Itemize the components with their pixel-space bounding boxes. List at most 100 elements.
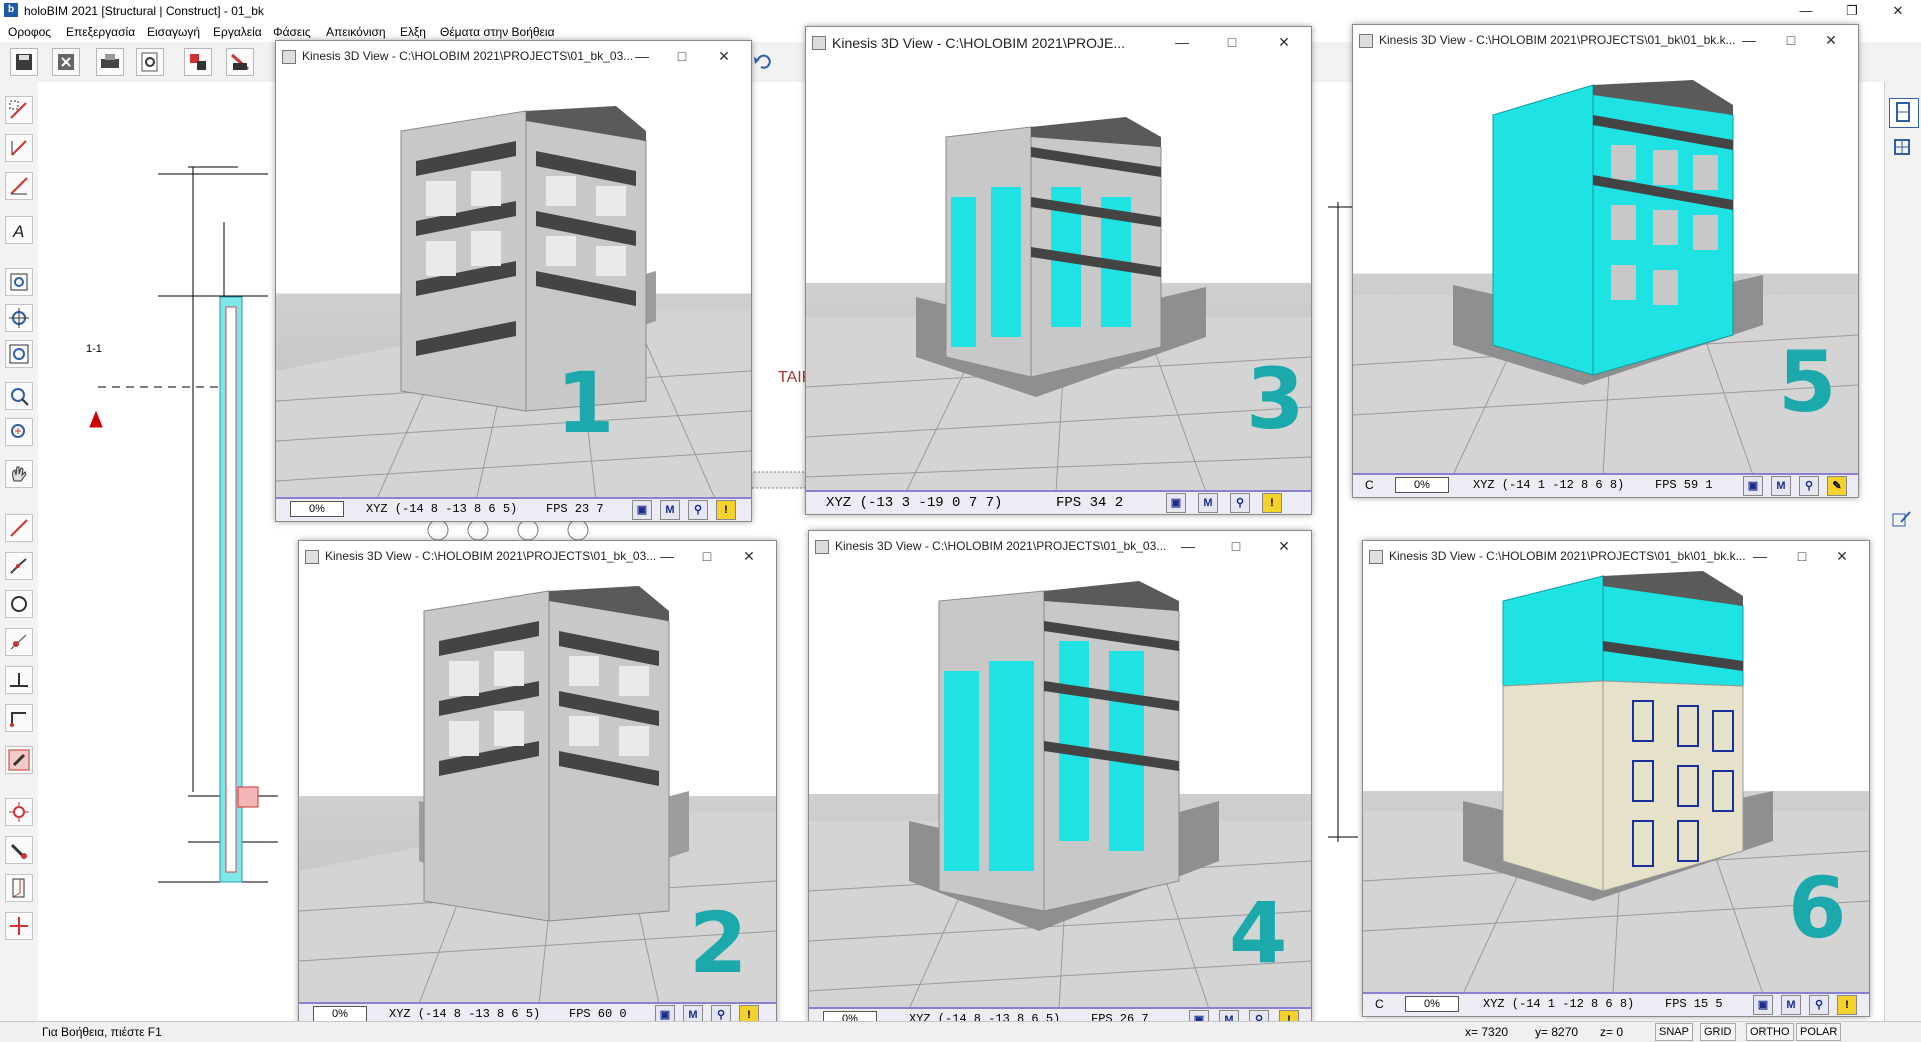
view-minimize-icon[interactable]: — [629,45,655,67]
menu-item-floor[interactable]: Οροφος [8,25,51,39]
menu-item-help[interactable]: Θέματα στην Βοήθεια [440,25,555,39]
view-3d-canvas[interactable]: 1 [276,71,751,499]
polar-toggle[interactable]: POLAR [1796,1023,1842,1041]
ortho-toggle[interactable]: ORTHO [1746,1023,1794,1041]
hand-pan-icon[interactable] [5,460,33,488]
view-zoom-icon[interactable]: ⚲ [1230,493,1250,513]
view-edit-icon[interactable]: ✎ [1827,476,1847,496]
view-fps-readout: FPS 23 7 [546,502,604,516]
pan-icon[interactable] [5,304,33,332]
view-mode-button[interactable]: M [1781,995,1801,1015]
view-3d-canvas[interactable]: 4 [809,561,1311,1009]
view-zoom-icon[interactable]: ⚲ [1809,995,1829,1015]
view-zoom-icon[interactable]: ⚲ [688,500,708,520]
edit-line-icon[interactable] [5,172,33,200]
kinesis-3d-view-3[interactable]: Kinesis 3D View - C:\HOLOBIM 2021\PROJE.… [805,26,1312,515]
view-mode-button[interactable]: M [660,500,680,520]
view-close-icon[interactable]: ✕ [1271,535,1297,557]
save-icon[interactable] [10,48,38,76]
view-maximize-icon[interactable]: □ [694,545,720,567]
view-warning-icon[interactable]: ! [716,500,736,520]
view-maximize-icon[interactable]: □ [1219,31,1245,53]
view-warning-icon[interactable]: ! [1262,493,1282,513]
select-element-icon[interactable] [5,96,33,124]
kinesis-3d-view-1[interactable]: Kinesis 3D View - C:\HOLOBIM 2021\PROJEC… [275,40,752,522]
kinesis-3d-view-4[interactable]: Kinesis 3D View - C:\HOLOBIM 2021\PROJEC… [808,530,1312,1032]
view-minimize-icon[interactable]: — [1736,29,1762,51]
view-maximize-icon[interactable]: □ [669,45,695,67]
view-camera-icon[interactable]: ▣ [632,500,652,520]
view-close-icon[interactable]: ✕ [736,545,762,567]
menu-item-phases[interactable]: Φάσεις [273,25,311,39]
view-minimize-icon[interactable]: — [1175,535,1201,557]
wall-tool-icon[interactable] [184,48,212,76]
zoom-window-icon[interactable] [5,268,33,296]
undo-icon[interactable] [750,48,778,76]
arc-tool-icon[interactable] [5,628,33,656]
view-titlebar[interactable]: Kinesis 3D View - C:\HOLOBIM 2021\PROJEC… [1353,25,1858,55]
floor-plan-icon[interactable] [1889,98,1919,128]
close-file-icon[interactable] [52,48,80,76]
door-icon[interactable] [5,874,33,902]
view-3d-canvas[interactable]: 3 [806,57,1311,492]
view-minimize-icon[interactable]: — [654,545,680,567]
view-mode-button[interactable]: M [1771,476,1791,496]
close-icon[interactable]: ✕ [1875,0,1921,22]
layer-view-icon[interactable] [1889,134,1917,162]
view-close-icon[interactable]: ✕ [1818,29,1844,51]
view-titlebar[interactable]: Kinesis 3D View - C:\HOLOBIM 2021\PROJEC… [809,531,1311,561]
view-camera-icon[interactable]: ▣ [1753,995,1773,1015]
zoom-in-icon[interactable] [5,418,33,446]
polyline-tool-icon[interactable] [5,552,33,580]
kinesis-3d-view-6[interactable]: Kinesis 3D View - C:\HOLOBIM 2021\PROJEC… [1362,540,1870,1017]
view-maximize-icon[interactable]: □ [1223,535,1249,557]
view-minimize-icon[interactable]: — [1747,545,1773,567]
zoom-extents-icon[interactable] [5,340,33,368]
minimize-icon[interactable]: — [1783,0,1829,22]
paint-icon[interactable] [5,836,33,864]
view-close-icon[interactable]: ✕ [1271,31,1297,53]
menu-item-view[interactable]: Απεικόνιση [326,25,386,39]
eraser-icon[interactable] [5,746,33,774]
view-minimize-icon[interactable]: — [1169,31,1195,53]
corner-tool-icon[interactable] [5,704,33,732]
view-titlebar[interactable]: Kinesis 3D View - C:\HOLOBIM 2021\PROJEC… [299,541,776,571]
line-tool-icon[interactable] [5,514,33,542]
view-close-icon[interactable]: ✕ [1829,545,1855,567]
erase-element-icon[interactable] [226,48,254,76]
print-preview-icon[interactable] [136,48,164,76]
view-3d-canvas[interactable]: 6 [1363,571,1869,994]
circle-tool-icon[interactable] [5,590,33,618]
menu-item-insert[interactable]: Εισαγωγή [147,25,200,39]
view-titlebar[interactable]: Kinesis 3D View - C:\HOLOBIM 2021\PROJE.… [806,27,1311,57]
view-3d-canvas[interactable]: 5 [1353,55,1858,475]
view-camera-icon[interactable]: ▣ [1166,493,1186,513]
view-zoom-icon[interactable]: ⚲ [1799,476,1819,496]
view-mode-button[interactable]: M [1198,493,1218,513]
kinesis-3d-view-2[interactable]: Kinesis 3D View - C:\HOLOBIM 2021\PROJEC… [298,540,777,1027]
view-warning-icon[interactable]: ! [1837,995,1857,1015]
menu-item-drag[interactable]: Ελξη [400,25,426,39]
view-titlebar[interactable]: Kinesis 3D View - C:\HOLOBIM 2021\PROJEC… [1363,541,1869,571]
snap-point-icon[interactable] [5,912,33,940]
measure-icon[interactable] [5,134,33,162]
zoom-previous-icon[interactable] [5,382,33,410]
view-close-icon[interactable]: ✕ [711,45,737,67]
view-maximize-icon[interactable]: □ [1778,29,1804,51]
kinesis-3d-view-5[interactable]: Kinesis 3D View - C:\HOLOBIM 2021\PROJEC… [1352,24,1859,498]
light-icon[interactable] [5,798,33,826]
text-tool-icon[interactable]: A [5,216,33,244]
view-titlebar[interactable]: Kinesis 3D View - C:\HOLOBIM 2021\PROJEC… [276,41,751,71]
menu-item-tools[interactable]: Εργαλεία [213,25,262,39]
restore-icon[interactable]: ❐ [1829,0,1875,22]
view-3d-canvas[interactable]: 2 [299,571,776,1004]
snap-toggle[interactable]: SNAP [1655,1023,1693,1041]
view-maximize-icon[interactable]: □ [1789,545,1815,567]
dimension-icon[interactable] [5,666,33,694]
settings-edit-icon[interactable] [1889,506,1917,534]
menu-item-edit[interactable]: Επεξεργασία [66,25,135,39]
view-c-label: C [1365,478,1374,492]
grid-toggle[interactable]: GRID [1700,1023,1736,1041]
print-icon[interactable] [96,48,124,76]
view-camera-icon[interactable]: ▣ [1743,476,1763,496]
